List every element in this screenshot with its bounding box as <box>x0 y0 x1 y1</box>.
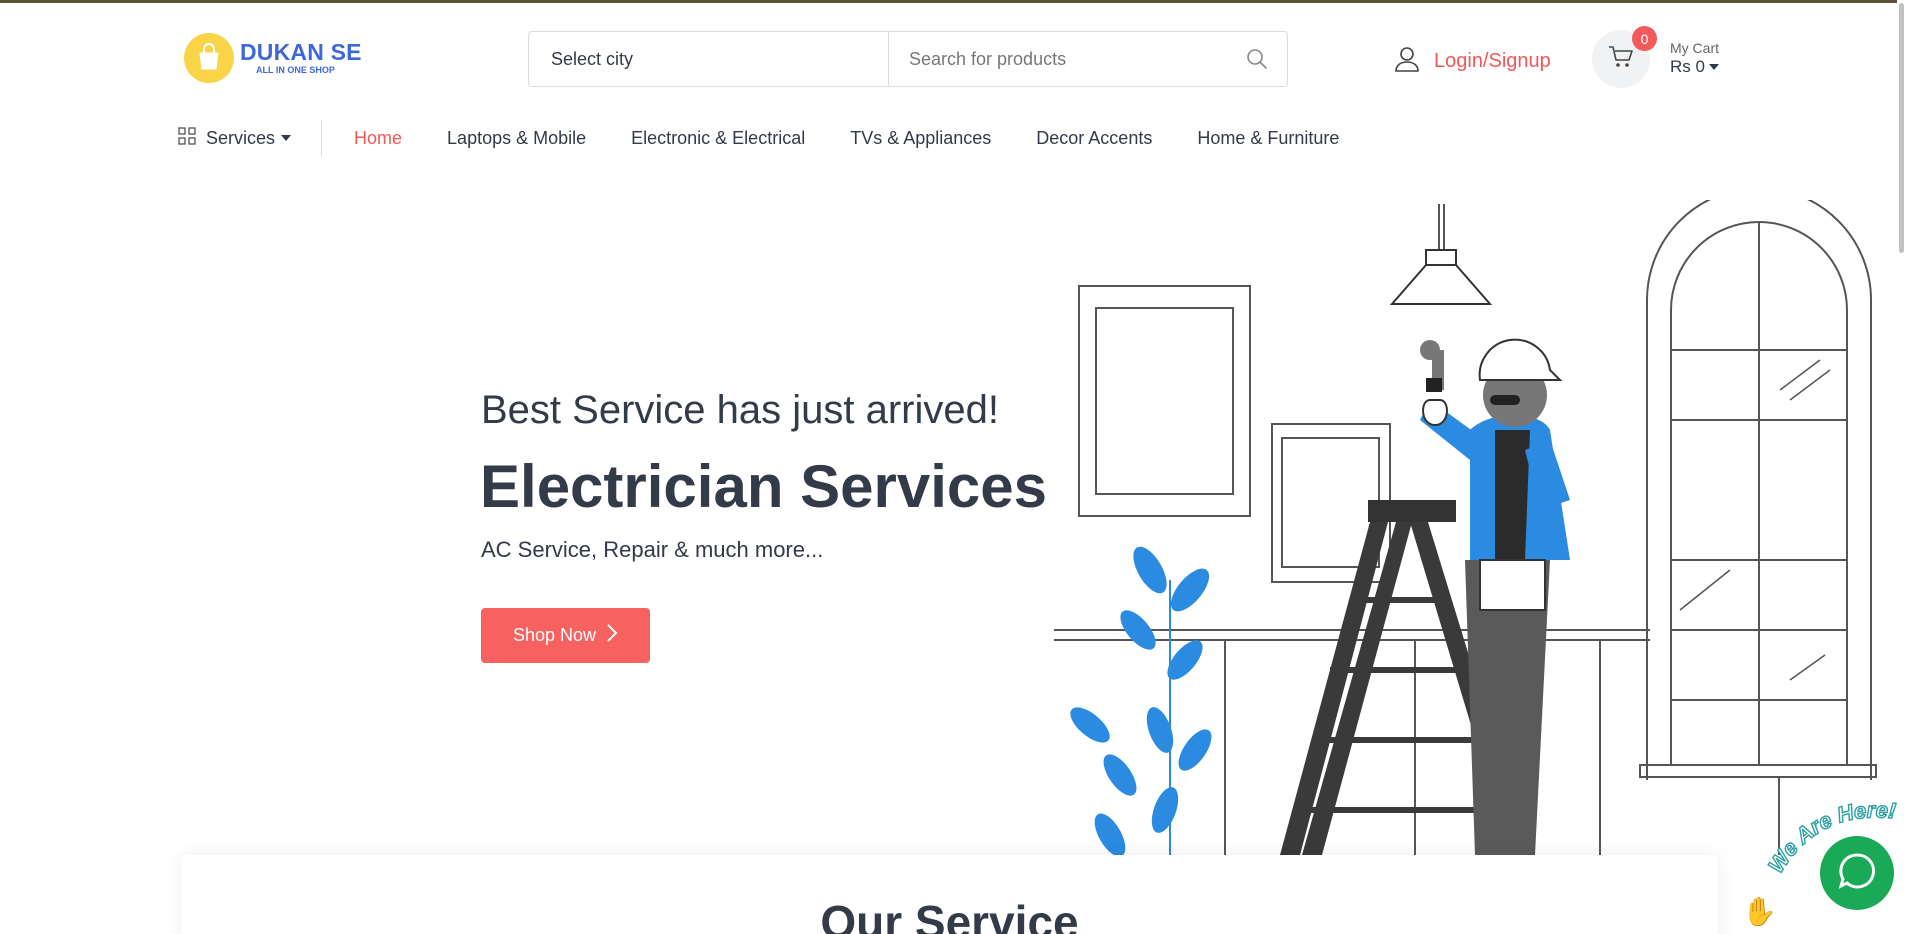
nav-link-tvs-appliances[interactable]: TVs & Appliances <box>850 128 991 149</box>
cart[interactable]: 0 My Cart Rs 0 <box>1592 26 1719 88</box>
nav-link-laptops-mobile[interactable]: Laptops & Mobile <box>447 128 586 149</box>
section-title: Our Service <box>820 896 1079 934</box>
our-service-section: Our Service <box>181 855 1718 934</box>
nav-links: Home Laptops & Mobile Electronic & Elect… <box>354 128 1384 149</box>
services-dropdown[interactable]: Services <box>178 120 323 156</box>
cart-button[interactable]: 0 <box>1592 26 1657 88</box>
electrician-illustration <box>1054 200 1877 855</box>
caret-down-icon <box>281 135 292 141</box>
cart-amount[interactable]: Rs 0 <box>1670 57 1719 77</box>
nav-link-home-furniture[interactable]: Home & Furniture <box>1197 128 1339 149</box>
scrollbar-thumb[interactable] <box>1899 3 1904 253</box>
cart-label: My Cart <box>1670 40 1719 57</box>
login-signup-link[interactable]: Login/Signup <box>1394 46 1551 77</box>
brand-name: DUKAN SE <box>240 39 362 65</box>
main-navigation: Services Home Laptops & Mobile Electroni… <box>178 120 1384 156</box>
nav-link-home[interactable]: Home <box>354 128 402 149</box>
chat-button[interactable] <box>1820 836 1894 910</box>
chevron-right-icon <box>606 623 618 648</box>
shopping-bag-logo-icon <box>184 33 234 83</box>
services-label: Services <box>206 127 276 148</box>
hero-description: AC Service, Repair & much more... <box>481 537 824 562</box>
user-icon <box>1394 46 1420 77</box>
shopping-cart-icon <box>1608 45 1634 74</box>
caret-down-icon <box>1708 64 1719 71</box>
nav-link-decor-accents[interactable]: Decor Accents <box>1036 128 1152 149</box>
search-bar: Select city <box>528 31 1288 87</box>
login-signup-label: Login/Signup <box>1434 50 1551 72</box>
hero-title: Electrician Services <box>480 453 1048 520</box>
hero-subtitle: Best Service has just arrived! <box>481 388 999 432</box>
shop-now-label: Shop Now <box>512 625 597 645</box>
site-header: DUKAN SE ALL IN ONE SHOP Select city Log… <box>0 3 1905 111</box>
brand-tagline: ALL IN ONE SHOP <box>256 65 335 75</box>
nav-link-electronic-electrical[interactable]: Electronic & Electrical <box>631 128 805 149</box>
search-input[interactable] <box>889 32 1227 86</box>
chat-widget[interactable]: We Are Here! ✋ <box>1740 795 1900 934</box>
waving-hand-icon: ✋ <box>1742 896 1777 927</box>
page-scrollbar[interactable] <box>1897 0 1905 934</box>
cart-amount-value: Rs 0 <box>1670 57 1705 77</box>
brand-logo[interactable]: DUKAN SE ALL IN ONE SHOP <box>184 33 362 83</box>
cart-count-badge: 0 <box>1632 26 1657 51</box>
search-icon[interactable] <box>1227 32 1287 86</box>
grid-icon <box>178 126 196 150</box>
chat-bubble-icon <box>1835 849 1879 898</box>
city-select[interactable]: Select city <box>529 32 889 86</box>
shop-now-button[interactable]: Shop Now <box>481 608 650 663</box>
